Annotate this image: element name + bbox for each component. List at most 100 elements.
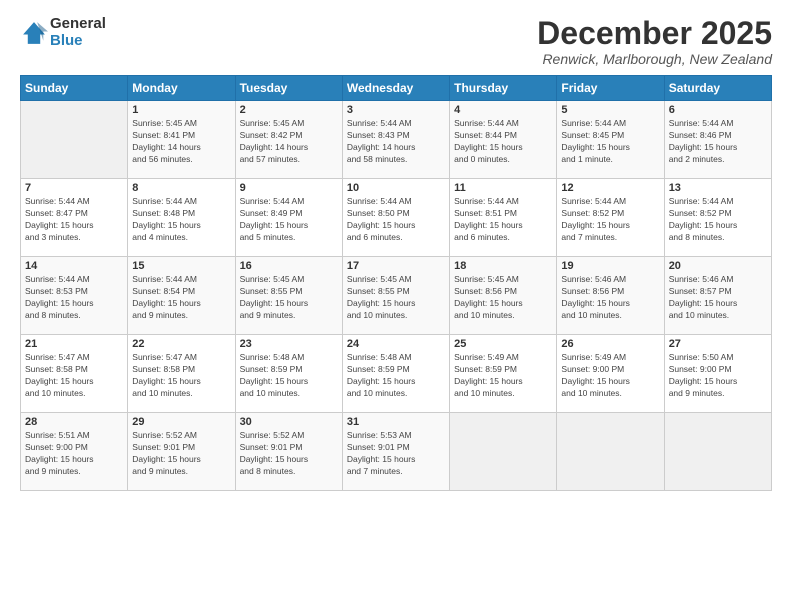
day-number: 12 [561, 182, 659, 194]
day-info: Sunrise: 5:51 AM Sunset: 9:00 PM Dayligh… [25, 430, 123, 478]
day-number: 29 [132, 416, 230, 428]
day-number: 28 [25, 416, 123, 428]
header-cell-wednesday: Wednesday [342, 76, 449, 101]
calendar-cell: 19 Sunrise: 5:46 AM Sunset: 8:56 PM Dayli… [557, 257, 664, 335]
day-info: Sunrise: 5:52 AM Sunset: 9:01 PM Dayligh… [132, 430, 230, 478]
calendar-cell: 30 Sunrise: 5:52 AM Sunset: 9:01 PM Dayli… [235, 413, 342, 491]
calendar-cell: 9 Sunrise: 5:44 AM Sunset: 8:49 PM Daylig… [235, 179, 342, 257]
calendar-cell: 29 Sunrise: 5:52 AM Sunset: 9:01 PM Dayli… [128, 413, 235, 491]
day-number: 26 [561, 338, 659, 350]
calendar-cell [21, 101, 128, 179]
day-number: 21 [25, 338, 123, 350]
day-number: 13 [669, 182, 767, 194]
day-info: Sunrise: 5:44 AM Sunset: 8:50 PM Dayligh… [347, 196, 445, 244]
day-number: 5 [561, 104, 659, 116]
day-number: 6 [669, 104, 767, 116]
day-info: Sunrise: 5:44 AM Sunset: 8:49 PM Dayligh… [240, 196, 338, 244]
calendar-cell: 5 Sunrise: 5:44 AM Sunset: 8:45 PM Daylig… [557, 101, 664, 179]
day-number: 24 [347, 338, 445, 350]
day-number: 11 [454, 182, 552, 194]
day-info: Sunrise: 5:52 AM Sunset: 9:01 PM Dayligh… [240, 430, 338, 478]
calendar-cell: 12 Sunrise: 5:44 AM Sunset: 8:52 PM Dayli… [557, 179, 664, 257]
day-info: Sunrise: 5:45 AM Sunset: 8:55 PM Dayligh… [240, 274, 338, 322]
day-info: Sunrise: 5:44 AM Sunset: 8:52 PM Dayligh… [561, 196, 659, 244]
header-cell-thursday: Thursday [450, 76, 557, 101]
day-info: Sunrise: 5:45 AM Sunset: 8:56 PM Dayligh… [454, 274, 552, 322]
calendar-cell: 27Sunrise: 5:50 AM Sunset: 9:00 PM Dayli… [664, 335, 771, 413]
calendar-cell: 18 Sunrise: 5:45 AM Sunset: 8:56 PM Dayli… [450, 257, 557, 335]
day-info: Sunrise: 5:44 AM Sunset: 8:48 PM Dayligh… [132, 196, 230, 244]
calendar-cell: 28 Sunrise: 5:51 AM Sunset: 9:00 PM Dayli… [21, 413, 128, 491]
day-number: 18 [454, 260, 552, 272]
day-info: Sunrise: 5:46 AM Sunset: 8:56 PM Dayligh… [561, 274, 659, 322]
calendar-cell: 14 Sunrise: 5:44 AM Sunset: 8:53 PM Dayli… [21, 257, 128, 335]
header-cell-tuesday: Tuesday [235, 76, 342, 101]
day-number: 30 [240, 416, 338, 428]
calendar-cell: 3Sunrise: 5:44 AM Sunset: 8:43 PM Daylig… [342, 101, 449, 179]
day-number: 2 [240, 104, 338, 116]
calendar-table: SundayMondayTuesdayWednesdayThursdayFrid… [20, 75, 772, 491]
day-info: Sunrise: 5:49 AM Sunset: 9:00 PM Dayligh… [561, 352, 659, 400]
calendar-cell: 10 Sunrise: 5:44 AM Sunset: 8:50 PM Dayli… [342, 179, 449, 257]
calendar-cell: 1 Sunrise: 5:45 AM Sunset: 8:41 PM Daylig… [128, 101, 235, 179]
day-info: Sunrise: 5:50 AM Sunset: 9:00 PM Dayligh… [669, 352, 767, 400]
day-info: Sunrise: 5:44 AM Sunset: 8:53 PM Dayligh… [25, 274, 123, 322]
calendar-cell: 22 Sunrise: 5:47 AM Sunset: 8:58 PM Dayli… [128, 335, 235, 413]
day-info: Sunrise: 5:44 AM Sunset: 8:52 PM Dayligh… [669, 196, 767, 244]
calendar-cell: 24 Sunrise: 5:48 AM Sunset: 8:59 PM Dayli… [342, 335, 449, 413]
header-cell-monday: Monday [128, 76, 235, 101]
page: General Blue December 2025 Renwick, Marl… [0, 0, 792, 612]
header-row: SundayMondayTuesdayWednesdayThursdayFrid… [21, 76, 772, 101]
day-info: Sunrise: 5:46 AM Sunset: 8:57 PM Dayligh… [669, 274, 767, 322]
location: Renwick, Marlborough, New Zealand [537, 51, 772, 67]
day-number: 22 [132, 338, 230, 350]
calendar-cell: 20 Sunrise: 5:46 AM Sunset: 8:57 PM Dayli… [664, 257, 771, 335]
calendar-cell: 2 Sunrise: 5:45 AM Sunset: 8:42 PM Daylig… [235, 101, 342, 179]
calendar-cell: 6Sunrise: 5:44 AM Sunset: 8:46 PM Daylig… [664, 101, 771, 179]
day-info: Sunrise: 5:45 AM Sunset: 8:42 PM Dayligh… [240, 118, 338, 166]
day-number: 10 [347, 182, 445, 194]
day-info: Sunrise: 5:48 AM Sunset: 8:59 PM Dayligh… [347, 352, 445, 400]
logo-text: General Blue [50, 16, 106, 49]
day-number: 20 [669, 260, 767, 272]
day-info: Sunrise: 5:44 AM Sunset: 8:54 PM Dayligh… [132, 274, 230, 322]
logo-line1: General [50, 16, 106, 33]
header-cell-sunday: Sunday [21, 76, 128, 101]
day-number: 17 [347, 260, 445, 272]
day-number: 15 [132, 260, 230, 272]
day-number: 31 [347, 416, 445, 428]
day-number: 16 [240, 260, 338, 272]
day-info: Sunrise: 5:53 AM Sunset: 9:01 PM Dayligh… [347, 430, 445, 478]
day-info: Sunrise: 5:47 AM Sunset: 8:58 PM Dayligh… [25, 352, 123, 400]
day-number: 4 [454, 104, 552, 116]
calendar-cell: 13 Sunrise: 5:44 AM Sunset: 8:52 PM Dayli… [664, 179, 771, 257]
calendar-cell [450, 413, 557, 491]
calendar-cell [664, 413, 771, 491]
day-info: Sunrise: 5:44 AM Sunset: 8:51 PM Dayligh… [454, 196, 552, 244]
day-info: Sunrise: 5:44 AM Sunset: 8:44 PM Dayligh… [454, 118, 552, 166]
week-row-2: 7Sunrise: 5:44 AM Sunset: 8:47 PM Daylig… [21, 179, 772, 257]
logo-line2: Blue [50, 33, 106, 50]
calendar-cell: 25 Sunrise: 5:49 AM Sunset: 8:59 PM Dayli… [450, 335, 557, 413]
logo: General Blue [20, 16, 106, 49]
title-block: December 2025 Renwick, Marlborough, New … [537, 16, 772, 67]
header: General Blue December 2025 Renwick, Marl… [20, 16, 772, 67]
day-number: 8 [132, 182, 230, 194]
month-title: December 2025 [537, 16, 772, 51]
day-info: Sunrise: 5:47 AM Sunset: 8:58 PM Dayligh… [132, 352, 230, 400]
calendar-cell: 7Sunrise: 5:44 AM Sunset: 8:47 PM Daylig… [21, 179, 128, 257]
calendar-cell: 21 Sunrise: 5:47 AM Sunset: 8:58 PM Dayli… [21, 335, 128, 413]
day-info: Sunrise: 5:48 AM Sunset: 8:59 PM Dayligh… [240, 352, 338, 400]
day-info: Sunrise: 5:49 AM Sunset: 8:59 PM Dayligh… [454, 352, 552, 400]
day-number: 23 [240, 338, 338, 350]
day-number: 19 [561, 260, 659, 272]
day-info: Sunrise: 5:44 AM Sunset: 8:43 PM Dayligh… [347, 118, 445, 166]
day-number: 25 [454, 338, 552, 350]
day-info: Sunrise: 5:44 AM Sunset: 8:45 PM Dayligh… [561, 118, 659, 166]
day-number: 14 [25, 260, 123, 272]
day-info: Sunrise: 5:45 AM Sunset: 8:41 PM Dayligh… [132, 118, 230, 166]
week-row-3: 14 Sunrise: 5:44 AM Sunset: 8:53 PM Dayli… [21, 257, 772, 335]
day-number: 1 [132, 104, 230, 116]
day-number: 9 [240, 182, 338, 194]
calendar-cell: 8 Sunrise: 5:44 AM Sunset: 8:48 PM Daylig… [128, 179, 235, 257]
